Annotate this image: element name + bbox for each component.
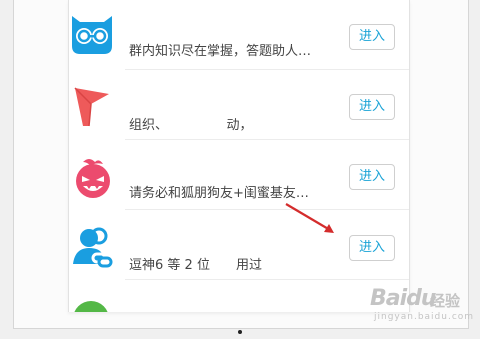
owl-glasses-icon[interactable] xyxy=(69,10,115,56)
people-link-icon[interactable] xyxy=(69,224,115,270)
watermark-chinese: 经验 xyxy=(430,292,461,310)
app-description: 组织、 动， xyxy=(129,118,253,133)
page-indicator-dot xyxy=(238,330,242,334)
enter-button[interactable]: 进入 xyxy=(349,24,395,50)
watermark-brand: Baidu xyxy=(370,286,437,311)
angry-face-icon[interactable] xyxy=(69,156,115,202)
list-item: 请务必和狐朋狗友+闺蜜基友… 进入 xyxy=(69,140,409,210)
baidu-jingyan-watermark: Baidu 经验 jingyan.baidu.com xyxy=(368,286,480,326)
list-item: 群内知识尽在掌握，答题助人… 进入 xyxy=(69,0,409,70)
list-item: 组织、 动， 进入 xyxy=(69,70,409,140)
list-item xyxy=(69,280,409,312)
enter-button[interactable]: 进入 xyxy=(349,164,395,190)
app-list-panel: 群内知识尽在掌握，答题助人… 进入 组织、 动， 进入 请务必和狐朋狗友+闺蜜基… xyxy=(68,0,410,312)
app-description: 请务必和狐朋狗友+闺蜜基友… xyxy=(129,186,309,201)
red-flag-icon[interactable] xyxy=(69,84,115,130)
enter-button[interactable]: 进入 xyxy=(349,94,395,120)
watermark-url: jingyan.baidu.com xyxy=(374,312,475,322)
enter-button[interactable]: 进入 xyxy=(349,235,395,261)
app-description: 群内知识尽在掌握，答题助人… xyxy=(129,44,312,59)
list-item: 逗神6 等 2 位 用过 进入 xyxy=(69,210,409,280)
green-app-icon[interactable] xyxy=(69,296,115,312)
app-description: 逗神6 等 2 位 用过 xyxy=(129,258,262,273)
red-arrow-icon xyxy=(285,203,334,233)
